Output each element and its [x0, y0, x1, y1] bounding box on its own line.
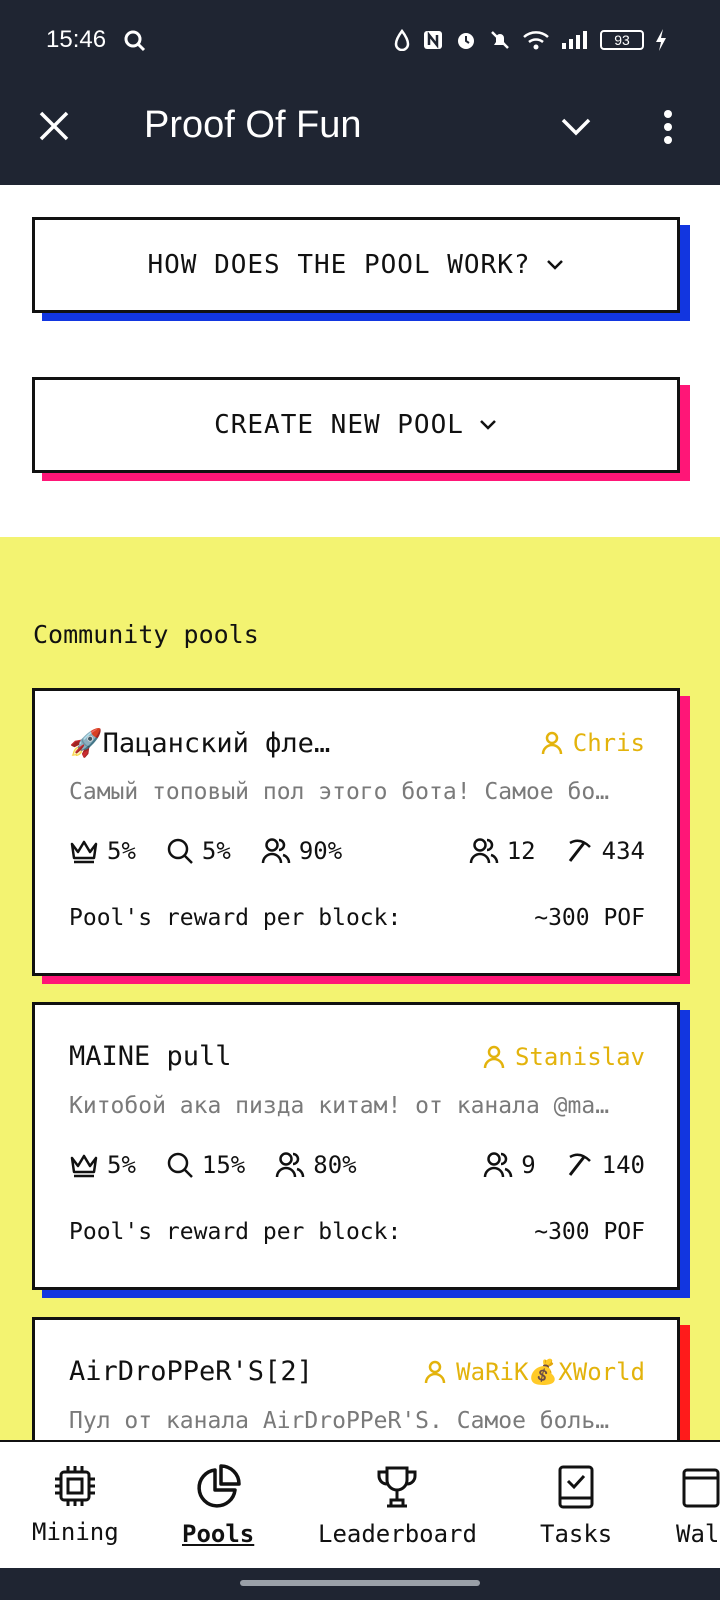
stat-share-value: 90%: [298, 837, 343, 865]
nav-label: Wal: [676, 1520, 720, 1548]
nav-item-wallet[interactable]: Wal: [676, 1464, 720, 1548]
pool-owner-name: Chris: [572, 729, 645, 757]
battery-indicator: 93: [600, 30, 644, 50]
stat-search-value: 5%: [201, 837, 231, 865]
pool-description: Китобой ака пизда китам! от канала @ma…: [69, 1093, 610, 1119]
nav-label: Pools: [182, 1520, 255, 1548]
pool-reward-label: Pool's reward per block:: [69, 905, 402, 931]
drop-icon: [394, 29, 410, 51]
stat-mined-value: 434: [601, 837, 645, 865]
pickaxe-icon: [568, 1153, 591, 1176]
stat-members: 9: [483, 1151, 536, 1179]
search-icon: [124, 30, 146, 56]
community-pools-title: Community pools: [33, 620, 259, 649]
pool-stats: 5% 5% 90% 12 434: [69, 837, 645, 865]
stat-crown: 5%: [69, 837, 136, 865]
pool-description: Пул от канала AirDroPPeR'S. Самое боль…: [69, 1408, 610, 1434]
trophy-icon: [377, 1466, 417, 1508]
stat-members-value: 12: [506, 837, 536, 865]
status-icons: 93: [392, 28, 668, 52]
stat-share: 90%: [261, 837, 342, 865]
app-title: Proof Of Fun: [144, 104, 362, 146]
stat-share-value: 80%: [313, 1151, 357, 1179]
users-icon: [469, 838, 498, 864]
user-icon: [424, 1360, 446, 1384]
nav-item-mining[interactable]: Mining: [32, 1464, 119, 1546]
close-icon: [39, 111, 69, 141]
stat-crown: 5%: [69, 1151, 136, 1179]
checkbook-icon: [558, 1465, 594, 1509]
crown-icon: [70, 840, 98, 864]
stat-search: 15%: [166, 1151, 245, 1179]
pool-stats: 5% 15% 80% 9 140: [69, 1151, 645, 1179]
create-pool-label: CREATE NEW POOL: [214, 410, 464, 440]
stat-mined: 140: [566, 1151, 645, 1179]
stat-share: 80%: [275, 1151, 357, 1179]
close-button[interactable]: [38, 110, 70, 146]
users-icon: [276, 1152, 305, 1178]
stat-members: 12: [469, 837, 536, 865]
pickaxe-icon: [568, 839, 591, 862]
signal-icon: [562, 31, 587, 49]
pool-name: MAINE pull: [69, 1041, 232, 1072]
chevron-down-icon: [546, 260, 563, 270]
pool-owner[interactable]: Stanislav: [483, 1043, 645, 1071]
more-vertical-icon: [664, 110, 672, 144]
users-icon: [483, 1152, 513, 1178]
search-icon: [167, 838, 193, 864]
pool-owner-name: WaRiK💰XWorld: [456, 1358, 645, 1386]
nav-item-pools[interactable]: Pools: [182, 1464, 254, 1548]
stat-search-value: 15%: [201, 1151, 246, 1179]
mute-icon: [491, 31, 509, 49]
create-pool-button[interactable]: CREATE NEW POOL: [32, 377, 680, 473]
users-icon: [261, 838, 291, 864]
nav-label: Mining: [32, 1518, 119, 1546]
chevron-down-icon: [561, 118, 591, 136]
pool-description: Самый топовый пол этого бота! Самое бо…: [69, 779, 610, 805]
wallet-icon: [682, 1468, 720, 1508]
stat-mined: 434: [566, 837, 645, 865]
how-pool-works-button[interactable]: HOW DOES THE POOL WORK?: [32, 217, 680, 313]
pool-reward: Pool's reward per block: ~300 POF: [69, 1219, 645, 1245]
home-indicator[interactable]: [240, 1580, 480, 1586]
pool-card[interactable]: MAINE pull Stanislav Китобой ака пизда к…: [32, 1002, 680, 1290]
pool-owner-name: Stanislav: [514, 1043, 645, 1071]
chip-icon: [55, 1466, 96, 1506]
stat-members-value: 9: [521, 1151, 536, 1179]
pool-reward-value: ~300 POF: [534, 1219, 645, 1245]
bottom-navigation: Mining Pools Leaderboard Tasks Wal: [0, 1440, 720, 1568]
pool-reward-label: Pool's reward per block:: [69, 1219, 402, 1245]
crown-icon: [70, 1154, 98, 1178]
pool-card[interactable]: 🚀Пацанский фле… Chris Самый топовый пол …: [32, 688, 680, 976]
stat-search: 5%: [166, 837, 231, 865]
charging-icon: [656, 29, 666, 51]
stat-mined-value: 140: [601, 1151, 645, 1179]
pool-name: AirDroPPeR'S[2]: [69, 1356, 313, 1387]
pool-owner[interactable]: WaRiK💰XWorld: [424, 1358, 645, 1386]
stat-crown-value: 5%: [107, 1151, 136, 1179]
pie-chart-icon: [197, 1464, 241, 1508]
nav-label: Leaderboard: [318, 1520, 477, 1548]
wifi-icon: [523, 31, 549, 50]
user-icon: [541, 731, 562, 755]
nav-item-tasks[interactable]: Tasks: [540, 1464, 612, 1548]
top-bar: 15:46 93 Proof Of Fun: [0, 0, 720, 185]
pool-owner[interactable]: Chris: [541, 729, 645, 757]
chevron-down-icon: [480, 420, 496, 430]
collapse-button[interactable]: [560, 116, 592, 142]
nav-label: Tasks: [540, 1520, 613, 1548]
stat-crown-value: 5%: [107, 837, 136, 865]
pool-reward-value: ~300 POF: [534, 905, 645, 931]
status-time: 15:46: [46, 26, 107, 53]
pool-name: 🚀Пацанский фле…: [69, 728, 331, 759]
pool-reward: Pool's reward per block: ~300 POF: [69, 905, 645, 931]
how-pool-works-label: HOW DOES THE POOL WORK?: [147, 250, 531, 280]
system-navigation-bar: [0, 1568, 720, 1600]
alarm-icon: [458, 33, 474, 49]
more-options-button[interactable]: [663, 110, 673, 148]
search-icon: [167, 1152, 193, 1178]
nfc-icon: [424, 31, 442, 49]
user-icon: [483, 1045, 505, 1069]
nav-item-leaderboard[interactable]: Leaderboard: [318, 1464, 477, 1548]
